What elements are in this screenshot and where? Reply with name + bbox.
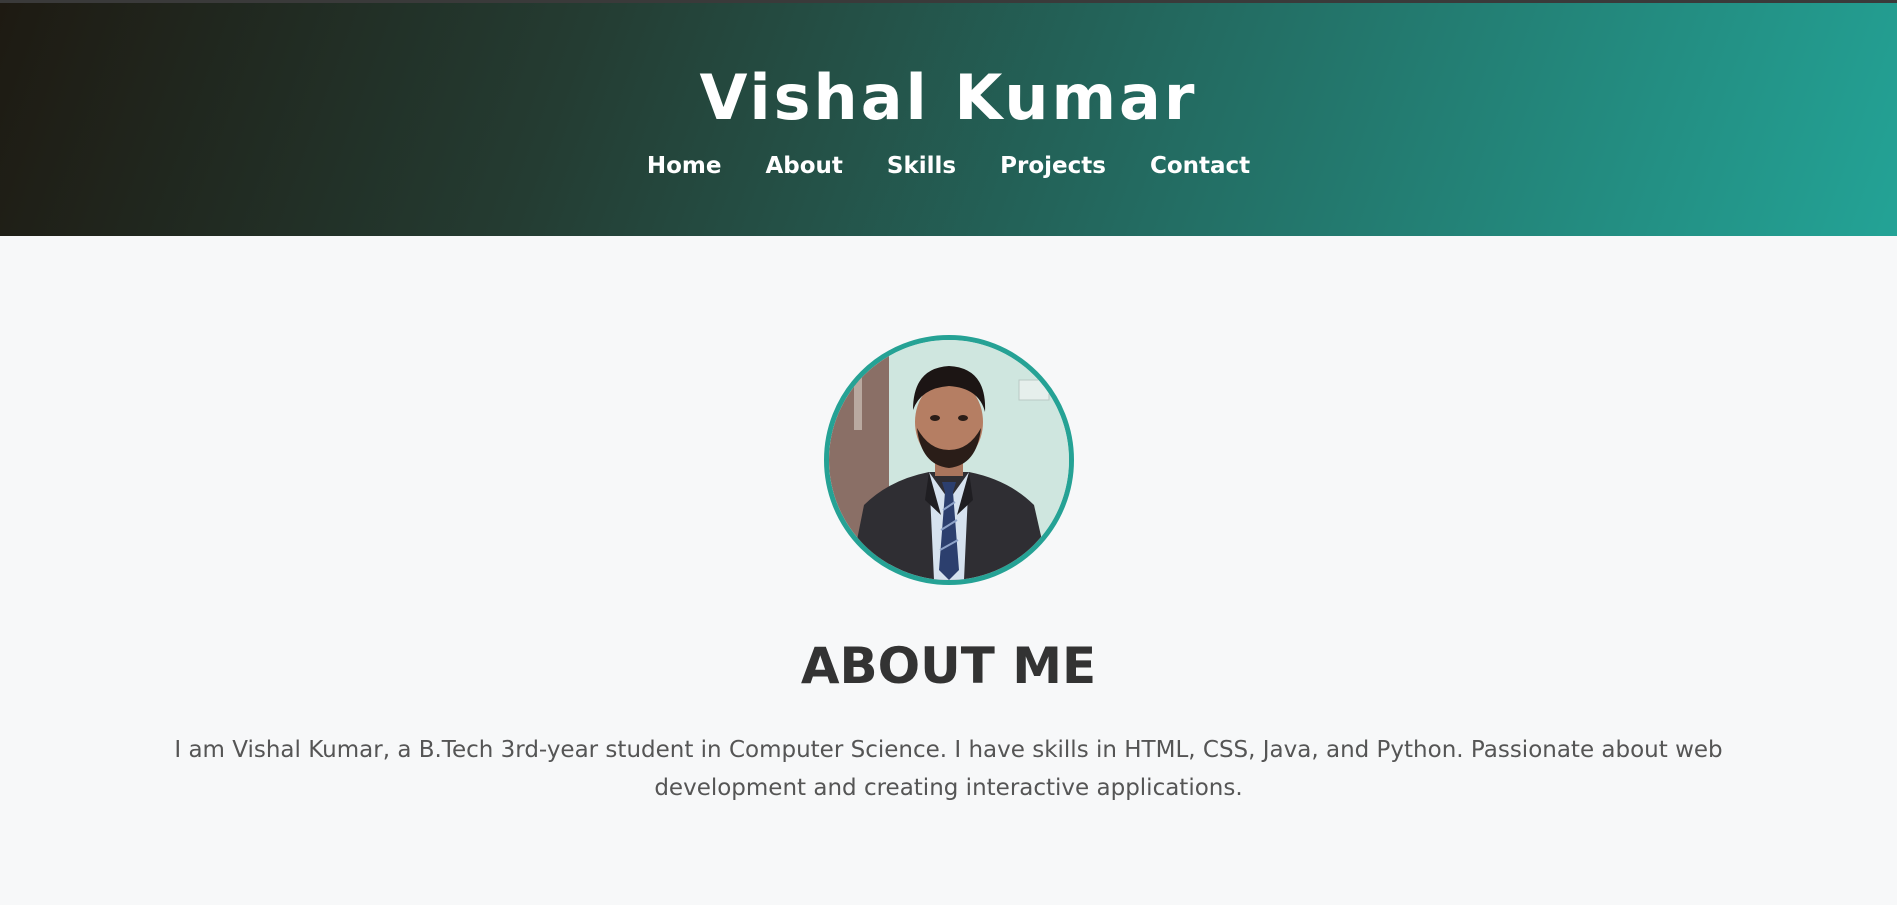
nav-link-projects[interactable]: Projects	[1000, 148, 1106, 184]
window-top-edge	[0, 0, 1897, 3]
about-heading: ABOUT ME	[800, 637, 1097, 695]
profile-photo-illustration	[829, 340, 1069, 580]
nav-link-about[interactable]: About	[765, 148, 842, 184]
site-header: Vishal Kumar Home About Skills Projects …	[0, 0, 1897, 236]
nav-link-home[interactable]: Home	[647, 148, 722, 184]
about-description: I am Vishal Kumar, a B.Tech 3rd-year stu…	[174, 737, 1723, 801]
main-nav: Home About Skills Projects Contact	[0, 148, 1897, 184]
site-title: Vishal Kumar	[699, 61, 1198, 134]
profile-photo	[824, 335, 1074, 585]
nav-link-skills[interactable]: Skills	[887, 148, 956, 184]
nav-link-contact[interactable]: Contact	[1150, 148, 1250, 184]
